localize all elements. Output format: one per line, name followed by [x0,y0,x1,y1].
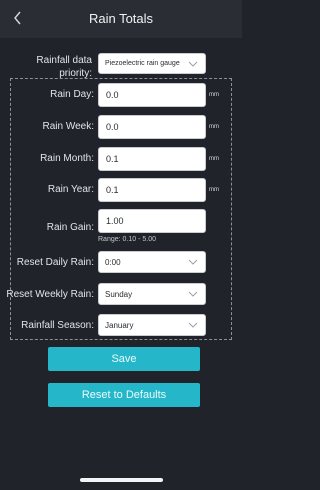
rain-gain-range-hint: Range: 0.10 - 5.00 [98,236,156,243]
reset-weekly-rain-select[interactable]: Sunday [98,283,206,305]
reset-weekly-rain-label: Reset Weekly Rain: [6,289,94,300]
rain-day-unit: mm [209,92,219,98]
rain-month-unit: mm [209,156,219,162]
header-bar: Rain Totals [0,0,242,38]
rain-year-label: Rain Year: [47,184,94,195]
rain-day-label: Rain Day: [50,89,94,100]
priority-label: Rainfall data priority: [36,55,92,79]
rain-week-unit: mm [209,124,219,130]
rain-gain-label: Rain Gain: [46,222,94,233]
rain-month-input[interactable]: 0.1 [98,147,206,171]
chevron-down-icon [188,322,198,328]
chevron-down-icon [188,61,198,67]
rain-month-label: Rain Month: [40,153,94,164]
rain-day-value: 0.0 [106,90,119,100]
home-indicator [80,478,163,482]
priority-select-value: Piezoelectric rain gauge [105,60,180,67]
reset-daily-rain-select[interactable]: 0:00 [98,251,206,273]
chevron-down-icon [188,291,198,297]
rain-year-unit: mm [209,187,219,193]
rain-year-input[interactable]: 0.1 [98,178,206,202]
page-title: Rain Totals [88,11,154,26]
reset-daily-rain-label: Reset Daily Rain: [16,257,94,268]
rainfall-season-label: Rainfall Season: [21,320,94,331]
rainfall-season-value: January [105,320,134,330]
rainfall-season-select[interactable]: January [98,314,206,336]
reset-daily-rain-value: 0:00 [105,257,121,267]
save-button[interactable]: Save [48,347,200,371]
rain-week-value: 0.0 [106,122,119,132]
chevron-down-icon [188,259,198,265]
reset-to-defaults-button[interactable]: Reset to Defaults [48,383,200,407]
rain-gain-value: 1.00 [106,216,124,226]
rain-week-label: Rain Week: [42,121,94,132]
rain-day-input[interactable]: 0.0 [98,83,206,107]
reset-weekly-rain-value: Sunday [105,289,133,299]
rain-gain-input[interactable]: 1.00 [98,209,206,233]
rain-year-value: 0.1 [106,185,119,195]
rain-month-value: 0.1 [106,154,119,164]
priority-select[interactable]: Piezoelectric rain gauge [98,53,206,74]
rain-week-input[interactable]: 0.0 [98,115,206,139]
